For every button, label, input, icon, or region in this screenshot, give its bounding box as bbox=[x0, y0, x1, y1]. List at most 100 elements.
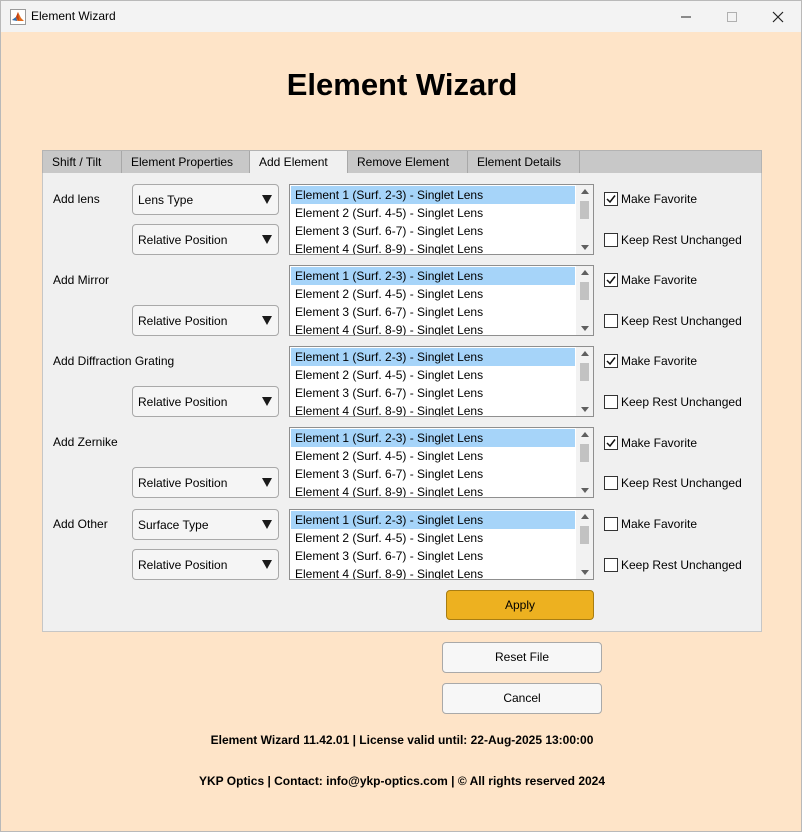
keep-rest-unchanged-checkbox[interactable] bbox=[604, 395, 618, 409]
relative-position-dropdown[interactable]: Relative Position bbox=[132, 467, 279, 498]
dropdown-arrow-icon bbox=[262, 478, 272, 487]
cancel-button[interactable]: Cancel bbox=[442, 683, 602, 714]
make-favorite-checkbox[interactable] bbox=[604, 273, 618, 287]
company-contact-text: YKP Optics | Contact: info@ykp-optics.co… bbox=[198, 774, 606, 788]
scroll-up-icon[interactable] bbox=[581, 270, 589, 275]
dropdown-value: Relative Position bbox=[138, 233, 228, 247]
scroll-down-icon[interactable] bbox=[581, 407, 589, 412]
list-item[interactable]: Element 1 (Surf. 2-3) - Singlet Lens bbox=[291, 186, 575, 204]
row-label-add-other: Add Other bbox=[53, 517, 108, 531]
close-button[interactable] bbox=[755, 1, 801, 32]
list-scrollbar[interactable] bbox=[576, 428, 593, 497]
dropdown-value: Relative Position bbox=[138, 395, 228, 409]
reset-file-button[interactable]: Reset File bbox=[442, 642, 602, 673]
make-favorite-checkbox[interactable] bbox=[604, 517, 618, 531]
element-listbox[interactable]: Element 1 (Surf. 2-3) - Singlet Lens Ele… bbox=[289, 509, 594, 580]
scroll-down-icon[interactable] bbox=[581, 570, 589, 575]
list-item[interactable]: Element 4 (Surf. 8-9) - Singlet Lens bbox=[291, 565, 575, 579]
scroll-up-icon[interactable] bbox=[581, 432, 589, 437]
minimize-button[interactable] bbox=[663, 1, 709, 32]
checkmark-icon bbox=[606, 195, 616, 204]
scroll-down-icon[interactable] bbox=[581, 245, 589, 250]
keep-rest-unchanged-checkbox[interactable] bbox=[604, 314, 618, 328]
scroll-up-icon[interactable] bbox=[581, 189, 589, 194]
element-listbox[interactable]: Element 1 (Surf. 2-3) - Singlet Lens Ele… bbox=[289, 184, 594, 255]
maximize-button[interactable] bbox=[709, 1, 755, 32]
tab-bar: Shift / Tilt Element Properties Add Elem… bbox=[42, 150, 762, 175]
checkmark-icon bbox=[606, 357, 616, 366]
keep-rest-unchanged-checkbox[interactable] bbox=[604, 558, 618, 572]
list-item[interactable]: Element 1 (Surf. 2-3) - Singlet Lens bbox=[291, 348, 575, 366]
keep-rest-unchanged-label: Keep Rest Unchanged bbox=[621, 558, 742, 572]
apply-button[interactable]: Apply bbox=[446, 590, 594, 620]
relative-position-dropdown[interactable]: Relative Position bbox=[132, 305, 279, 336]
page-title: Element Wizard bbox=[286, 67, 518, 102]
dropdown-arrow-icon bbox=[262, 316, 272, 325]
title-bar: Element Wizard bbox=[1, 1, 801, 32]
list-item[interactable]: Element 1 (Surf. 2-3) - Singlet Lens bbox=[291, 429, 575, 447]
scroll-down-icon[interactable] bbox=[581, 326, 589, 331]
list-item[interactable]: Element 3 (Surf. 6-7) - Singlet Lens bbox=[291, 303, 575, 321]
make-favorite-checkbox[interactable] bbox=[604, 436, 618, 450]
list-scrollbar[interactable] bbox=[576, 347, 593, 416]
tab-element-details[interactable]: Element Details bbox=[468, 151, 580, 174]
list-item[interactable]: Element 4 (Surf. 8-9) - Singlet Lens bbox=[291, 321, 575, 335]
relative-position-dropdown[interactable]: Relative Position bbox=[132, 386, 279, 417]
scroll-down-icon[interactable] bbox=[581, 488, 589, 493]
list-item[interactable]: Element 4 (Surf. 8-9) - Singlet Lens bbox=[291, 240, 575, 254]
row-label-add-diffraction-grating: Add Diffraction Grating bbox=[53, 354, 175, 368]
element-listbox[interactable]: Element 1 (Surf. 2-3) - Singlet Lens Ele… bbox=[289, 427, 594, 498]
checkmark-icon bbox=[606, 439, 616, 448]
row-label-add-mirror: Add Mirror bbox=[53, 273, 110, 287]
list-scrollbar[interactable] bbox=[576, 266, 593, 335]
dropdown-arrow-icon bbox=[262, 195, 272, 204]
tab-add-element[interactable]: Add Element bbox=[250, 151, 348, 175]
make-favorite-label: Make Favorite bbox=[621, 192, 698, 206]
make-favorite-checkbox[interactable] bbox=[604, 354, 618, 368]
list-item[interactable]: Element 3 (Surf. 6-7) - Singlet Lens bbox=[291, 465, 575, 483]
scroll-thumb[interactable] bbox=[580, 526, 589, 544]
scroll-thumb[interactable] bbox=[580, 282, 589, 300]
list-item[interactable]: Element 4 (Surf. 8-9) - Singlet Lens bbox=[291, 483, 575, 497]
row-label-add-lens: Add lens bbox=[53, 192, 100, 206]
list-item[interactable]: Element 2 (Surf. 4-5) - Singlet Lens bbox=[291, 204, 575, 222]
dropdown-value: Surface Type bbox=[138, 518, 209, 532]
list-item[interactable]: Element 2 (Surf. 4-5) - Singlet Lens bbox=[291, 529, 575, 547]
list-scrollbar[interactable] bbox=[576, 510, 593, 579]
list-item[interactable]: Element 3 (Surf. 6-7) - Singlet Lens bbox=[291, 384, 575, 402]
scroll-thumb[interactable] bbox=[580, 363, 589, 381]
relative-position-dropdown[interactable]: Relative Position bbox=[132, 549, 279, 580]
dropdown-value: Relative Position bbox=[138, 314, 228, 328]
scroll-thumb[interactable] bbox=[580, 201, 589, 219]
keep-rest-unchanged-checkbox[interactable] bbox=[604, 233, 618, 247]
list-item[interactable]: Element 2 (Surf. 4-5) - Singlet Lens bbox=[291, 366, 575, 384]
element-listbox[interactable]: Element 1 (Surf. 2-3) - Singlet Lens Ele… bbox=[289, 265, 594, 336]
close-icon bbox=[772, 11, 784, 22]
list-item[interactable]: Element 2 (Surf. 4-5) - Singlet Lens bbox=[291, 447, 575, 465]
scroll-thumb[interactable] bbox=[580, 444, 589, 462]
relative-position-dropdown[interactable]: Relative Position bbox=[132, 224, 279, 255]
row-label-add-zernike: Add Zernike bbox=[53, 435, 118, 449]
keep-rest-unchanged-label: Keep Rest Unchanged bbox=[621, 395, 742, 409]
list-item[interactable]: Element 1 (Surf. 2-3) - Singlet Lens bbox=[291, 511, 575, 529]
lens-type-dropdown[interactable]: Lens Type bbox=[132, 184, 279, 215]
window-title: Element Wizard bbox=[31, 9, 116, 23]
scroll-up-icon[interactable] bbox=[581, 514, 589, 519]
tab-shift-tilt[interactable]: Shift / Tilt bbox=[43, 151, 122, 174]
list-item[interactable]: Element 2 (Surf. 4-5) - Singlet Lens bbox=[291, 285, 575, 303]
maximize-icon bbox=[727, 11, 737, 22]
list-item[interactable]: Element 4 (Surf. 8-9) - Singlet Lens bbox=[291, 402, 575, 416]
list-scrollbar[interactable] bbox=[576, 185, 593, 254]
list-item[interactable]: Element 1 (Surf. 2-3) - Singlet Lens bbox=[291, 267, 575, 285]
list-item[interactable]: Element 3 (Surf. 6-7) - Singlet Lens bbox=[291, 222, 575, 240]
tab-element-properties[interactable]: Element Properties bbox=[122, 151, 250, 174]
scroll-up-icon[interactable] bbox=[581, 351, 589, 356]
keep-rest-unchanged-checkbox[interactable] bbox=[604, 476, 618, 490]
keep-rest-unchanged-label: Keep Rest Unchanged bbox=[621, 233, 742, 247]
surface-type-dropdown[interactable]: Surface Type bbox=[132, 509, 279, 540]
make-favorite-checkbox[interactable] bbox=[604, 192, 618, 206]
make-favorite-label: Make Favorite bbox=[621, 273, 698, 287]
tab-remove-element[interactable]: Remove Element bbox=[348, 151, 468, 174]
list-item[interactable]: Element 3 (Surf. 6-7) - Singlet Lens bbox=[291, 547, 575, 565]
element-listbox[interactable]: Element 1 (Surf. 2-3) - Singlet Lens Ele… bbox=[289, 346, 594, 417]
